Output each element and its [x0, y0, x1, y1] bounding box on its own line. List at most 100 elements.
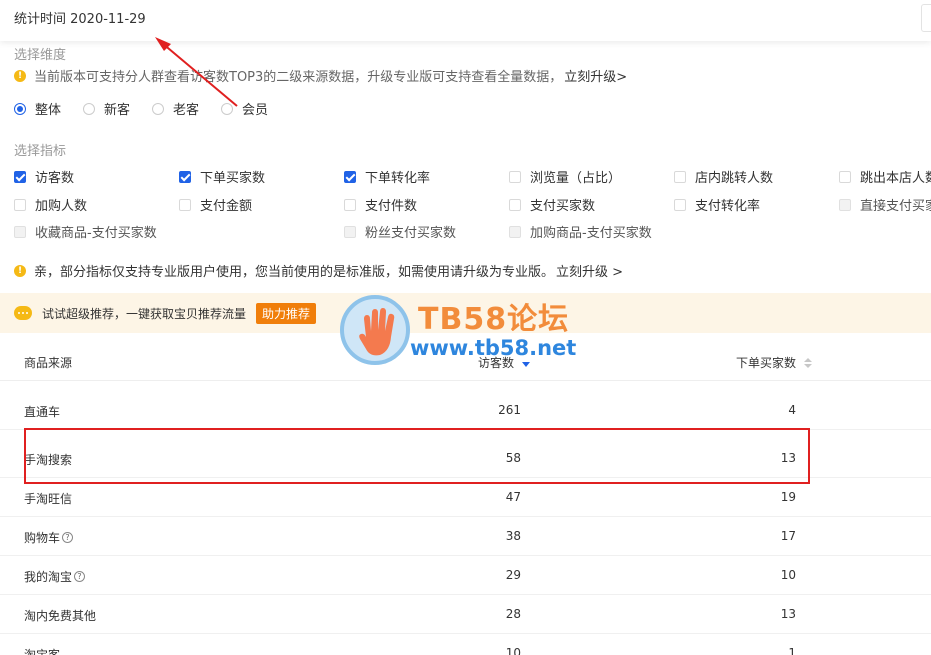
checkbox[interactable] [509, 198, 521, 211]
table-row: 购物车? 38 17 [0, 517, 931, 556]
source-cell: 直通车 [24, 403, 60, 420]
order-buyers-cell: 1 [788, 646, 796, 655]
metrics-notice: ! 亲，部分指标仅支持专业版用户使用，您当前使用的是标准版，如需使用请升级为专业… [14, 261, 623, 280]
metric-pay-conversion[interactable]: 支付转化率 [674, 195, 760, 214]
radio-label: 新客 [104, 103, 131, 118]
sort-icon[interactable] [804, 357, 812, 368]
metrics-notice-text: 亲，部分指标仅支持专业版用户使用，您当前使用的是标准版，如需使用请升级为专业版。 [34, 265, 555, 280]
radio-circle[interactable] [83, 102, 96, 115]
source-cell: 淘宝客 [24, 646, 60, 655]
checkbox[interactable] [14, 198, 26, 211]
stat-time-label: 统计时间 2020-11-29 [14, 12, 146, 27]
radio-label: 会员 [242, 103, 269, 118]
source-label: 手淘旺信 [24, 492, 73, 506]
metric-order-buyers[interactable]: 下单买家数 [179, 167, 265, 186]
visitors-cell: 10 [505, 646, 521, 655]
checkbox[interactable] [344, 170, 356, 183]
order-buyers-cell: 17 [780, 529, 796, 543]
source-label: 直通车 [24, 405, 61, 419]
promo-text: 试试超级推荐，一键获取宝贝推荐流量 [42, 306, 247, 321]
source-label: 淘宝客 [24, 648, 61, 655]
checkbox[interactable] [14, 170, 26, 183]
watermark-title: TB58论坛 [418, 302, 570, 337]
order-buyers-cell: 13 [780, 607, 796, 621]
metric-label: 支付买家数 [530, 199, 596, 214]
visitors-cell: 47 [505, 490, 521, 504]
checkbox[interactable] [674, 170, 686, 183]
metric-order-conversion[interactable]: 下单转化率 [344, 167, 430, 186]
upgrade-link[interactable]: 立刻升级 > [556, 261, 623, 280]
highlight-box [24, 428, 810, 484]
metric-label: 跳出本店人数 [860, 171, 931, 186]
watermark-logo [340, 295, 410, 365]
checkbox[interactable] [344, 198, 356, 211]
upgrade-link[interactable]: 立刻升级> [564, 66, 627, 85]
metric-pageviews[interactable]: 浏览量（占比） [509, 167, 621, 186]
metric-label: 浏览量（占比） [530, 171, 622, 186]
checkbox[interactable] [179, 198, 191, 211]
dimension-notice-text: 当前版本可支持分人群查看访客数TOP3的二级来源数据，升级专业版可支持查看全量数… [34, 70, 563, 85]
boost-recommend-button[interactable]: 助力推荐 [256, 302, 317, 324]
metrics-title: 选择指标 [14, 144, 67, 159]
metric-label: 店内跳转人数 [695, 171, 774, 186]
top-bar: 统计时间 2020-11-29 [0, 0, 931, 41]
metric-pay-buyers[interactable]: 支付买家数 [509, 195, 595, 214]
checkbox[interactable] [179, 170, 191, 183]
metric-label: 下单转化率 [365, 171, 431, 186]
column-source: 商品来源 [24, 356, 73, 370]
date-picker-box[interactable] [921, 4, 931, 32]
source-cell: 淘内免费其他 [24, 607, 96, 624]
checkbox[interactable] [839, 170, 851, 183]
table-row: 淘宝客 10 1 [0, 634, 931, 655]
source-cell: 手淘旺信 [24, 490, 72, 507]
order-buyers-cell: 10 [780, 568, 796, 582]
metric-direct-pay-buyers: 直接支付买家 [839, 195, 931, 214]
radio-circle[interactable] [152, 102, 165, 115]
hand-icon [359, 308, 395, 356]
metric-label: 支付转化率 [695, 199, 761, 214]
metric-visitors[interactable]: 访客数 [14, 167, 74, 186]
radio-circle[interactable] [14, 102, 26, 115]
radio-member[interactable]: 会员 [221, 99, 268, 118]
metric-label: 加购人数 [35, 199, 88, 214]
metric-label: 收藏商品-支付买家数 [35, 226, 157, 241]
help-icon[interactable]: ? [62, 532, 74, 543]
metric-fav-pay-buyers: 收藏商品-支付买家数 [14, 222, 157, 241]
visitors-cell: 28 [505, 607, 521, 621]
help-icon[interactable]: ? [74, 571, 86, 582]
table-row: 我的淘宝? 29 10 [0, 556, 931, 595]
source-cell: 购物车? [24, 529, 74, 546]
metric-in-store-jumps[interactable]: 店内跳转人数 [674, 167, 773, 186]
checkbox[interactable] [674, 198, 686, 211]
order-buyers-cell: 4 [788, 403, 796, 417]
metric-label: 加购商品-支付买家数 [530, 226, 652, 241]
checkbox [509, 225, 521, 238]
source-cell: 我的淘宝? [24, 568, 86, 585]
radio-overall[interactable]: 整体 [14, 99, 61, 118]
dimension-radio-group: 整体 新客 老客 会员 [14, 99, 290, 118]
metric-label: 支付件数 [365, 199, 418, 214]
table-row: 淘内免费其他 28 13 [0, 595, 931, 634]
metric-pay-amount[interactable]: 支付金额 [179, 195, 252, 214]
watermark: TB58论坛 www.tb58.net [340, 292, 600, 367]
column-order-buyers[interactable]: 下单买家数 [736, 354, 812, 371]
order-buyers-cell: 19 [780, 490, 796, 504]
radio-old-customer[interactable]: 老客 [152, 99, 199, 118]
metric-bounce[interactable]: 跳出本店人数 [839, 167, 931, 186]
column-label: 下单买家数 [735, 356, 796, 370]
radio-label: 整体 [35, 103, 62, 118]
metric-label: 下单买家数 [200, 171, 266, 186]
checkbox[interactable] [509, 170, 521, 183]
warning-icon: ! [14, 69, 26, 82]
visitors-cell: 261 [498, 403, 521, 417]
radio-circle[interactable] [221, 102, 234, 115]
metric-pay-items[interactable]: 支付件数 [344, 195, 417, 214]
metric-add-cart[interactable]: 加购人数 [14, 195, 87, 214]
dimension-title: 选择维度 [14, 48, 67, 63]
radio-new-customer[interactable]: 新客 [83, 99, 130, 118]
chat-icon [14, 306, 32, 320]
metric-label: 支付金额 [200, 199, 253, 214]
checkbox [344, 225, 356, 238]
source-label: 我的淘宝 [24, 570, 73, 584]
table-row: 直通车 261 4 [0, 391, 931, 430]
